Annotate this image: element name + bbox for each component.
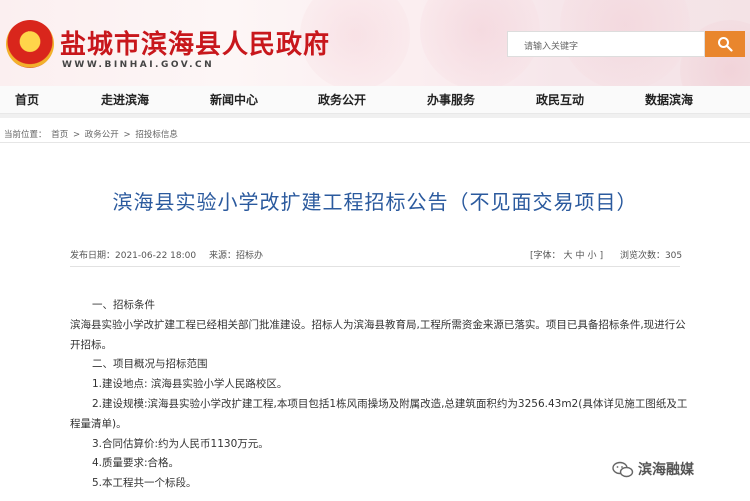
divider: [70, 266, 680, 267]
nav-item-data[interactable]: 数据滨海: [645, 91, 693, 108]
breadcrumb-separator: >: [123, 130, 131, 140]
watermark-text: 滨海融媒: [638, 462, 694, 478]
paragraph: 2.建设规模:滨海县实验小学改扩建工程,本项目包括1栋风雨操场及附属改造,总建筑…: [70, 397, 688, 430]
section-heading: 一、招标条件: [92, 299, 155, 311]
divider: [0, 114, 750, 118]
publish-date: 发布日期：2021-06-22 18:00: [70, 251, 197, 261]
nav-item-home[interactable]: 首页: [15, 91, 39, 108]
font-size-close: ]: [599, 251, 604, 261]
watermark: 滨海融媒: [612, 459, 694, 479]
site-url: WWW.BINHAI.GOV.CN: [62, 60, 215, 70]
paragraph: 滨海县实验小学改扩建工程已经相关部门批准建设。招标人为滨海县教育局,工程所需资金…: [70, 318, 686, 351]
font-size-medium-link[interactable]: 中: [576, 251, 585, 261]
site-title[interactable]: 盐城市滨海县人民政府: [60, 24, 330, 61]
search-input[interactable]: 请输入关键字: [507, 31, 705, 57]
section-heading: 二、项目概况与招标范围: [92, 358, 208, 371]
divider: [0, 142, 750, 143]
nav-item-services[interactable]: 办事服务: [427, 91, 475, 108]
article-tools: [字体：大中小] 浏览次数：305: [530, 248, 685, 261]
font-size-small-link[interactable]: 小: [588, 251, 597, 261]
font-size-label: [字体：: [530, 251, 561, 261]
font-size-large-link[interactable]: 大: [564, 251, 573, 261]
view-count: 浏览次数：305: [619, 251, 683, 261]
site-header: ★ 盐城市滨海县人民政府 WWW.BINHAI.GOV.CN 请输入关键字: [0, 0, 750, 86]
national-emblem-icon: ★: [6, 20, 54, 68]
nav-item-gov-affairs[interactable]: 政务公开: [318, 91, 366, 108]
wechat-icon: [612, 461, 634, 478]
search-icon: [718, 37, 733, 52]
nav-item-interaction[interactable]: 政民互动: [536, 91, 584, 108]
article-body: 一、招标条件 滨海县实验小学改扩建工程已经相关部门批准建设。招标人为滨海县教育局…: [70, 296, 690, 494]
breadcrumb-separator: >: [72, 130, 81, 140]
breadcrumb-item-gov-affairs[interactable]: 政务公开: [85, 130, 119, 140]
search-button[interactable]: [705, 31, 745, 57]
breadcrumb: 当前位置： 首页 > 政务公开 > 招投标信息: [4, 128, 180, 140]
paragraph: 3.合同估算价:约为人民币1130万元。: [92, 437, 269, 450]
breadcrumb-label: 当前位置：: [4, 130, 47, 140]
article-source: 来源：招标办: [208, 251, 263, 261]
paragraph: 1.建设地点: 滨海县实验小学人民路校区。: [92, 378, 288, 391]
article-meta: 发布日期：2021-06-22 18:00 来源：招标办: [70, 248, 273, 261]
breadcrumb-item-bidding[interactable]: 招投标信息: [135, 130, 178, 140]
breadcrumb-item-home[interactable]: 首页: [51, 130, 68, 140]
paragraph: 5.本工程共一个标段。: [92, 477, 197, 490]
paragraph: 4.质量要求:合格。: [92, 457, 180, 470]
article-title: 滨海县实验小学改扩建工程招标公告（不见面交易项目）: [112, 190, 638, 214]
main-nav: 首页 走进滨海 新闻中心 政务公开 办事服务 政民互动 数据滨海: [0, 86, 750, 114]
nav-item-news[interactable]: 新闻中心: [210, 91, 258, 108]
nav-item-about[interactable]: 走进滨海: [101, 91, 149, 108]
